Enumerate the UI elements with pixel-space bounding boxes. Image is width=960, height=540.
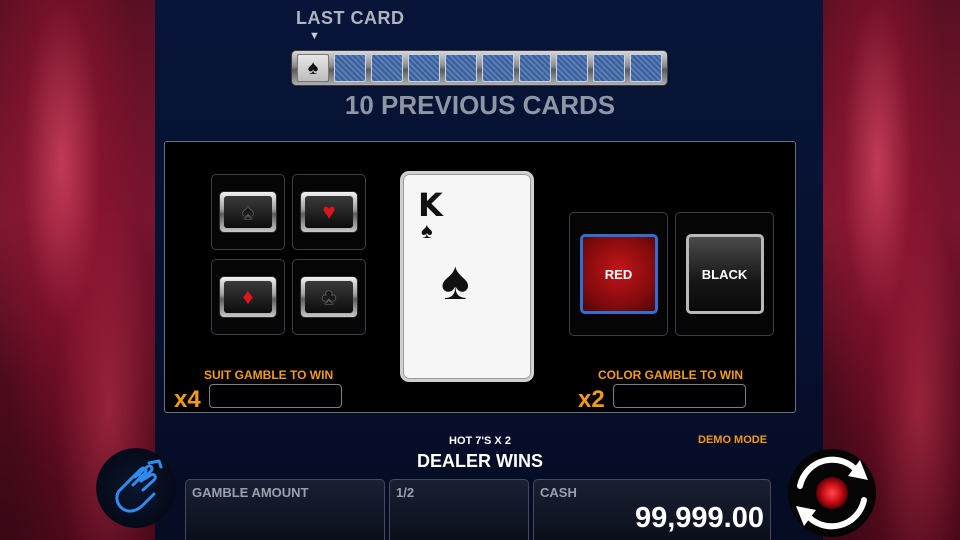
refresh-spin-icon xyxy=(788,449,876,537)
demo-mode-label: DEMO MODE xyxy=(698,434,768,446)
previous-card-back xyxy=(334,54,366,82)
previous-card-face: ♠ xyxy=(297,54,329,82)
fraction-field: 1/2 xyxy=(389,479,529,540)
color-gamble-label: COLOR GAMBLE TO WIN xyxy=(598,368,744,382)
spade-icon: ♠ xyxy=(224,196,272,228)
color-multiplier: x2 xyxy=(578,386,605,413)
suit-cell-diamonds: ♦ xyxy=(211,259,285,335)
cash-value: 99,999.00 xyxy=(634,502,764,534)
black-button[interactable]: BLACK xyxy=(685,234,764,314)
suit-button-hearts[interactable]: ♥ xyxy=(300,191,358,233)
cash-field: CASH 99,999.00 xyxy=(533,479,771,540)
suit-cell-spades: ♠ xyxy=(211,174,285,250)
collect-button[interactable] xyxy=(96,448,176,528)
fraction-label: 1/2 xyxy=(396,485,415,500)
previous-card-back xyxy=(482,54,514,82)
color-win-field xyxy=(613,384,746,408)
previous-cards-title-text: 10 PREVIOUS CARDS xyxy=(344,90,616,120)
gamble-amount-field: GAMBLE AMOUNT xyxy=(185,479,385,540)
hand-collect-icon xyxy=(115,459,163,513)
heart-icon: ♥ xyxy=(305,196,353,228)
card-corner-spade-icon: ♠ xyxy=(421,218,433,243)
color-cell-red: RED xyxy=(569,212,668,336)
card-center-spade-icon: ♠ xyxy=(441,251,470,311)
last-card-label: LAST CARD xyxy=(296,8,405,28)
suit-button-diamonds[interactable]: ♦ xyxy=(219,276,277,318)
gamble-amount-label: GAMBLE AMOUNT xyxy=(192,485,309,500)
previous-card-back xyxy=(593,54,625,82)
club-icon: ♣ xyxy=(305,281,353,313)
cash-label: CASH xyxy=(540,485,577,500)
diamond-icon: ♦ xyxy=(224,281,272,313)
suit-cell-hearts: ♥ xyxy=(292,174,366,250)
previous-card-back xyxy=(519,54,551,82)
previous-card-back xyxy=(556,54,588,82)
red-button[interactable]: RED xyxy=(579,234,658,314)
previous-card-back xyxy=(371,54,403,82)
suit-button-clubs[interactable]: ♣ xyxy=(300,276,358,318)
previous-cards-title: 10 PREVIOUS CARDS xyxy=(0,90,960,121)
color-cell-black: BLACK xyxy=(675,212,774,336)
previous-card-back xyxy=(408,54,440,82)
suit-gamble-label: SUIT GAMBLE TO WIN xyxy=(204,368,334,382)
previous-card-back xyxy=(445,54,477,82)
previous-cards-rail: ♠ xyxy=(291,50,668,86)
suit-multiplier: x4 xyxy=(174,386,201,413)
suit-button-spades[interactable]: ♠ xyxy=(219,191,277,233)
spin-button[interactable] xyxy=(776,446,888,540)
previous-card-back xyxy=(630,54,662,82)
suit-cell-clubs: ♣ xyxy=(292,259,366,335)
last-card-arrow-icon: ▼ xyxy=(309,30,320,42)
current-card: K ♠ ♠ xyxy=(400,171,534,382)
suit-win-field xyxy=(209,384,342,408)
